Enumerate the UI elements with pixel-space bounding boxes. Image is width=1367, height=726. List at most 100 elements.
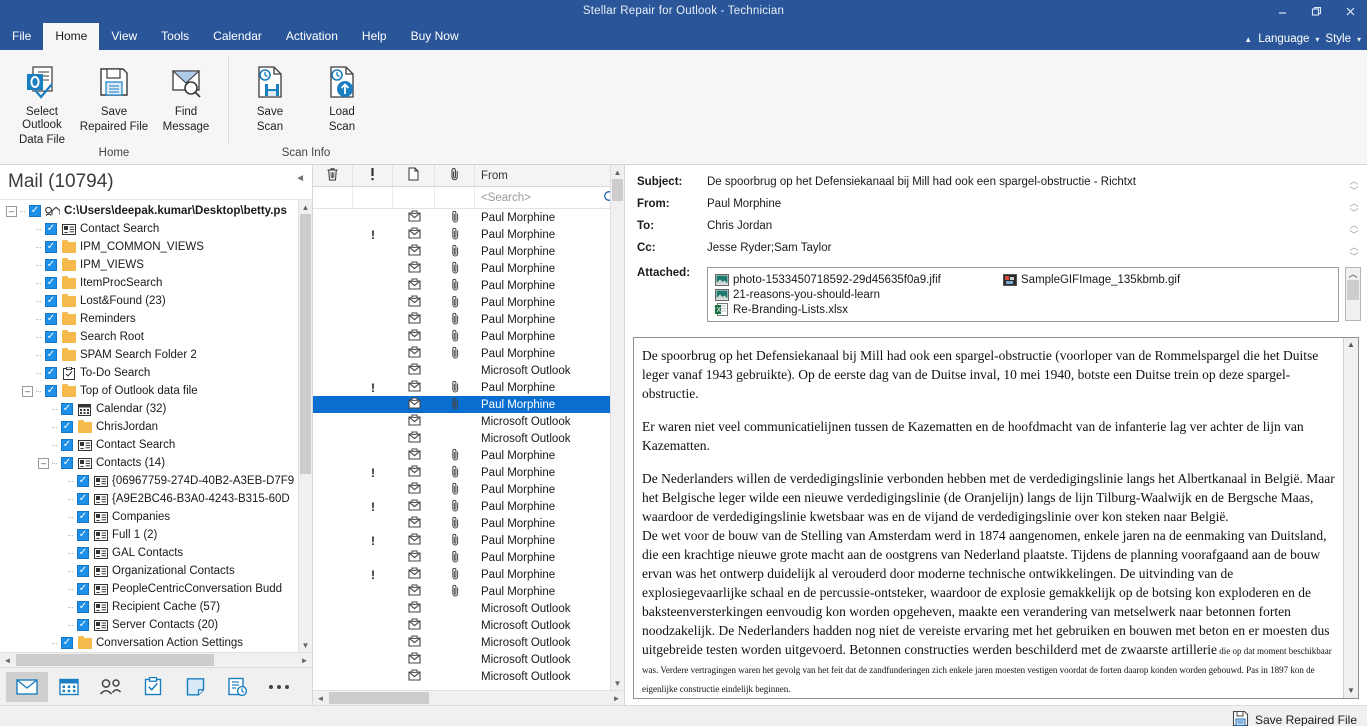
message-row[interactable]: ! Paul Morphine (313, 464, 624, 481)
tree-item[interactable]: ··· Search Root (0, 328, 312, 346)
tree-checkbox[interactable] (77, 583, 89, 595)
collapse-left-icon[interactable]: ◄ (295, 173, 305, 184)
minimize-button[interactable] (1265, 0, 1299, 22)
message-row[interactable]: Microsoft Outlook (313, 668, 624, 685)
notes-nav-icon[interactable] (174, 672, 216, 702)
attachment-scroll-up-icon[interactable]: ︿ (1346, 268, 1360, 280)
tree-checkbox[interactable] (45, 331, 57, 343)
tree-item[interactable]: ··· Contact Search (0, 436, 312, 454)
column-message[interactable] (393, 165, 435, 186)
message-row[interactable]: ! Paul Morphine (313, 566, 624, 583)
tree-checkbox[interactable] (77, 547, 89, 559)
tree-checkbox[interactable] (45, 241, 57, 253)
tree-expander[interactable]: – (6, 205, 17, 217)
tree-checkbox[interactable] (61, 457, 73, 469)
message-row[interactable]: Paul Morphine (313, 549, 624, 566)
chevron-up-icon[interactable]: ︿ (1349, 176, 1358, 186)
msg-scroll-down-icon[interactable]: ▼ (611, 676, 624, 690)
scroll-up-icon[interactable]: ▲ (299, 200, 312, 214)
tree-checkbox[interactable] (77, 619, 89, 631)
from-spinner[interactable]: ︿ ﹀ (1347, 198, 1361, 218)
tree-expander[interactable]: – (22, 385, 33, 397)
body-vscrollbar[interactable]: ▲ ▼ (1343, 338, 1358, 698)
message-list-vscrollbar[interactable]: ▲ ▼ (610, 165, 624, 690)
message-row[interactable]: ! Paul Morphine (313, 226, 624, 243)
body-scroll-down-icon[interactable]: ▼ (1344, 684, 1358, 698)
column-attachment[interactable] (435, 165, 475, 186)
menu-item-calendar[interactable]: Calendar (201, 23, 274, 50)
save-repaired-file-button[interactable]: Save Repaired File (78, 54, 150, 134)
chevron-down-icon[interactable]: ﹀ (1349, 230, 1358, 240)
message-row[interactable]: Paul Morphine (313, 481, 624, 498)
chevron-down-icon[interactable]: ﹀ (1349, 252, 1358, 262)
message-row[interactable]: Microsoft Outlook (313, 430, 624, 447)
message-row[interactable]: Microsoft Outlook (313, 600, 624, 617)
tree-item[interactable]: ··· IPM_VIEWS (0, 256, 312, 274)
style-menu[interactable]: Style (1323, 33, 1353, 45)
tree-item[interactable]: ··· Recipient Cache (57) (0, 598, 312, 616)
message-row[interactable]: ! Paul Morphine (313, 379, 624, 396)
message-row[interactable]: Microsoft Outlook (313, 362, 624, 379)
tree-checkbox[interactable] (45, 367, 57, 379)
message-row[interactable]: Microsoft Outlook (313, 651, 624, 668)
tree-checkbox[interactable] (77, 493, 89, 505)
scroll-left-icon[interactable]: ◄ (0, 653, 15, 668)
scroll-thumb[interactable] (300, 214, 311, 474)
people-nav-icon[interactable] (90, 672, 132, 702)
tree-checkbox[interactable] (61, 421, 73, 433)
message-row[interactable]: Paul Morphine (313, 345, 624, 362)
message-row[interactable]: Paul Morphine (313, 260, 624, 277)
folder-tree-hscrollbar[interactable]: ◄ ► (0, 652, 312, 667)
message-row[interactable]: Paul Morphine (313, 583, 624, 600)
tree-checkbox[interactable] (45, 259, 57, 271)
tree-checkbox[interactable] (77, 511, 89, 523)
save-scan-button[interactable]: Save Scan (234, 54, 306, 134)
attachment-item[interactable]: photo-1533450718592-29d45635f0a9.jfif (714, 273, 1002, 286)
tree-checkbox[interactable] (45, 277, 57, 289)
tree-item[interactable]: ··· ItemProcSearch (0, 274, 312, 292)
to-spinner[interactable]: ︿ ﹀ (1347, 220, 1361, 240)
select-outlook-data-file-button[interactable]: Select Outlook Data File (6, 54, 78, 147)
tree-checkbox[interactable] (45, 349, 57, 361)
tree-checkbox[interactable] (61, 439, 73, 451)
message-row[interactable]: Paul Morphine (313, 515, 624, 532)
scroll-down-icon[interactable]: ▼ (299, 638, 312, 652)
tree-item[interactable]: ··· {A9E2BC46-B3A0-4243-B315-60D (0, 490, 312, 508)
msg-scroll-thumb[interactable] (612, 179, 623, 201)
message-row[interactable]: Microsoft Outlook (313, 617, 624, 634)
tree-item[interactable]: ··· SPAM Search Folder 2 (0, 346, 312, 364)
chevron-down-icon[interactable]: ﹀ (1349, 208, 1358, 218)
tree-checkbox[interactable] (77, 475, 89, 487)
tree-checkbox[interactable] (45, 223, 57, 235)
calendar-nav-icon[interactable] (48, 672, 90, 702)
tree-item[interactable]: ··· Companies (0, 508, 312, 526)
message-row[interactable]: ! Paul Morphine (313, 532, 624, 549)
tree-item[interactable]: ··· IPM_COMMON_VIEWS (0, 238, 312, 256)
message-row[interactable]: ! Paul Morphine (313, 498, 624, 515)
tree-checkbox[interactable] (45, 385, 57, 397)
message-row[interactable]: Paul Morphine (313, 209, 624, 226)
scroll-right-icon[interactable]: ► (297, 653, 312, 668)
save-repaired-file-status-button[interactable]: Save Repaired File (1232, 710, 1357, 726)
menu-item-tools[interactable]: Tools (149, 23, 201, 50)
find-message-button[interactable]: Find Message (150, 54, 222, 134)
msg-scroll-right-icon[interactable]: ► (609, 691, 624, 706)
body-scroll-up-icon[interactable]: ▲ (1344, 338, 1358, 352)
tree-checkbox[interactable] (77, 565, 89, 577)
tree-item[interactable]: ··· Contact Search (0, 220, 312, 238)
tree-item[interactable]: ··· Lost&Found (23) (0, 292, 312, 310)
close-button[interactable] (1333, 0, 1367, 22)
tree-item[interactable]: ··· Full 1 (2) (0, 526, 312, 544)
tree-checkbox[interactable] (45, 295, 57, 307)
hscroll-thumb[interactable] (16, 654, 214, 666)
attachment-scroll-thumb[interactable] (1347, 280, 1359, 300)
folder-tree-vscrollbar[interactable]: ▲ ▼ (298, 200, 312, 652)
attachment-scrollbar[interactable]: ︿ (1345, 267, 1361, 321)
tree-expander[interactable]: – (38, 457, 49, 469)
menu-item-file[interactable]: File (0, 23, 43, 50)
journal-nav-icon[interactable] (216, 672, 258, 702)
language-menu[interactable]: Language (1256, 33, 1311, 45)
tree-checkbox[interactable] (77, 529, 89, 541)
tree-item[interactable]: ··· Conversation Action Settings (0, 634, 312, 652)
maximize-button[interactable] (1299, 0, 1333, 22)
